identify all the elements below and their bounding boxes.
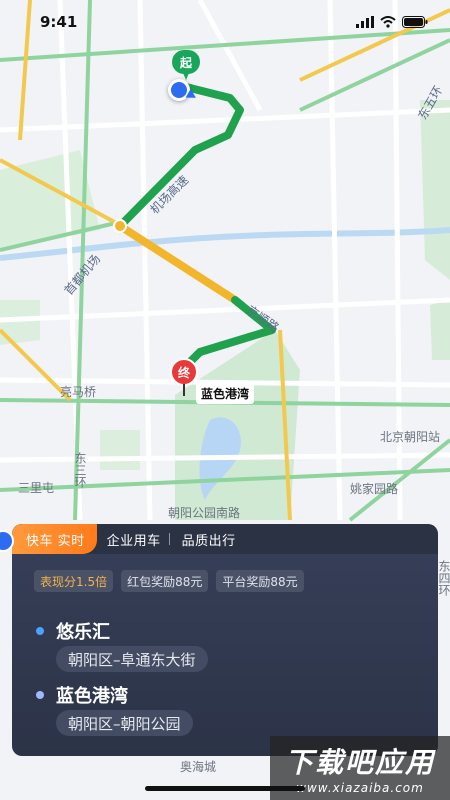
red-packet-badge: 红包奖励88元 (121, 570, 209, 592)
status-time: 9:41 (40, 13, 78, 31)
start-marker[interactable]: 起 (172, 50, 200, 80)
wifi-icon (380, 16, 396, 28)
origin-address: 朝阳区–阜通东大街 (56, 646, 208, 672)
destination-dot-icon (36, 691, 44, 699)
status-icons (356, 16, 428, 28)
order-panel: 快车 实时 企业用车 品质出行 表现分1.5倍 红包奖励88元 平台奖励88元 … (12, 524, 438, 756)
destination-address: 朝阳区–朝阳公园 (56, 710, 193, 736)
service-tabs: 快车 实时 企业用车 品质出行 (12, 524, 438, 554)
status-bar: 9:41 (0, 0, 450, 44)
watermark-main: 下载吧应用 (284, 746, 435, 779)
platform-reward-badge: 平台奖励88元 (216, 570, 304, 592)
tab-express-realtime[interactable]: 快车 实时 (12, 524, 97, 554)
map-label-sanlitun: 三里屯 (18, 481, 55, 495)
map-label-beijing-chaoyang-station: 北京朝阳站 (380, 430, 441, 444)
watermark-url: www.xiazaiba.com (296, 781, 424, 795)
destination-map-label: 蓝色港湾 (196, 383, 255, 404)
origin-row[interactable]: 悠乐汇 (36, 618, 110, 644)
map-label-liangma-bridge: 亮马桥 (60, 385, 97, 399)
map-label-aohai: 奥海城 (180, 760, 217, 774)
battery-icon (402, 16, 428, 28)
tab-enterprise[interactable]: 企业用车 (97, 524, 167, 554)
home-indicator[interactable] (145, 786, 305, 791)
map-label-east-3rd-ring: 东三环 (73, 452, 87, 488)
map-label-yaojiayuan-road: 姚家园路 (350, 482, 399, 496)
reward-badges: 表现分1.5倍 红包奖励88元 平台奖励88元 (12, 554, 438, 592)
origin-dot-icon (36, 627, 44, 635)
signal-icon (356, 16, 374, 28)
map-label-east-4th-ring: 东四环 (437, 560, 450, 596)
score-multiplier-badge: 表现分1.5倍 (34, 570, 114, 592)
tab-premium[interactable]: 品质出行 (172, 524, 242, 554)
origin-title: 悠乐汇 (56, 622, 110, 643)
map-label-chaoyang-park-south-road: 朝阳公园南路 (168, 506, 241, 520)
destination-title: 蓝色港湾 (56, 686, 128, 707)
destination-row[interactable]: 蓝色港湾 (36, 682, 128, 708)
tab-divider (168, 533, 170, 545)
end-marker[interactable]: 终 (170, 358, 198, 386)
end-marker-pin (183, 384, 185, 396)
